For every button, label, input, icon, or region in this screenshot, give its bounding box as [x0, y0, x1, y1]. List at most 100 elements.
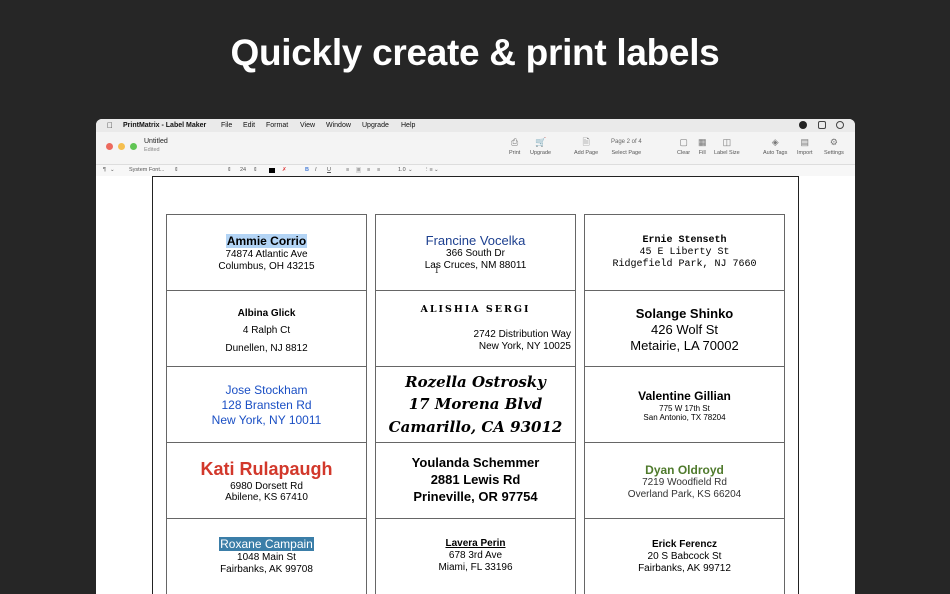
import-label: Import — [797, 150, 813, 156]
label-cell[interactable]: Solange Shinko 426 Wolf St Metairie, LA … — [585, 291, 784, 367]
menu-edit[interactable]: Edit — [243, 122, 255, 129]
label-cell[interactable]: Ammie Corrio 74874 Atlantic Ave Columbus… — [167, 215, 366, 291]
chevron-down-icon[interactable]: ⌄ — [110, 167, 115, 173]
print-label: Print — [509, 150, 521, 156]
minimize-window-button[interactable] — [118, 143, 125, 150]
paragraph-style-button[interactable]: ¶ — [103, 167, 106, 173]
label-street: 678 3rd Ave — [448, 550, 503, 561]
import-icon: ▤ — [800, 137, 810, 147]
align-right-icon[interactable]: ≡ — [367, 167, 370, 173]
label-name[interactable]: Roxane Campain — [219, 537, 314, 551]
label-street: 1048 Main St — [237, 552, 296, 563]
label-city: Abilene, KS 67410 — [225, 492, 308, 503]
settings-label: Settings — [824, 150, 844, 156]
close-window-button[interactable] — [106, 143, 113, 150]
add-page-label: Add Page — [574, 150, 599, 156]
settings-button[interactable]: ⚙ Settings — [824, 137, 844, 156]
menu-file[interactable]: File — [221, 122, 232, 129]
label-city: Fairbanks, AK 99708 — [220, 564, 313, 575]
menu-app-name[interactable]: PrintMatrix - Label Maker — [123, 122, 206, 129]
label-cell[interactable]: Francine Vocelka 366 South Dr Las Cruces… — [376, 215, 575, 291]
upgrade-label: Upgrade — [530, 150, 552, 156]
label-page: Ammie Corrio 74874 Atlantic Ave Columbus… — [152, 176, 799, 594]
align-left-icon[interactable]: ≡ — [346, 167, 349, 173]
label-size-icon: ◫ — [722, 137, 732, 147]
label-street: 4 Ralph Ct — [242, 325, 291, 336]
font-size-stepper[interactable]: ⇕ — [253, 167, 258, 173]
align-center-icon[interactable]: ≡ — [356, 167, 362, 173]
label-street: 74874 Atlantic Ave — [225, 249, 308, 260]
label-street: 20 S Babcock St — [647, 551, 722, 562]
label-cell[interactable]: Jose Stockham 128 Bransten Rd New York, … — [167, 367, 366, 443]
label-cell[interactable]: Youlanda Schemmer 2881 Lewis Rd Prinevil… — [376, 443, 575, 519]
label-city: Fairbanks, AK 99712 — [638, 563, 731, 574]
label-cell[interactable]: Dyan Oldroyd 7219 Woodfield Rd Overland … — [585, 443, 784, 519]
label-column-2: Francine Vocelka 366 South Dr Las Cruces… — [375, 214, 576, 594]
label-name: Dyan Oldroyd — [645, 463, 724, 477]
label-column-1: Ammie Corrio 74874 Atlantic Ave Columbus… — [166, 214, 367, 594]
align-justify-icon[interactable]: ≡ — [377, 167, 380, 173]
label-street: 2881 Lewis Rd — [430, 472, 521, 487]
font-size-field[interactable]: 24 — [240, 167, 246, 173]
label-cell[interactable]: Erick Ferencz 20 S Babcock St Fairbanks,… — [585, 519, 784, 594]
menu-view[interactable]: View — [300, 122, 315, 129]
label-column-3: Ernie Stenseth 45 E Liberty St Ridgefiel… — [584, 214, 785, 594]
title-bar: Untitled Edited ⎙ Print 🛒 Upgrade 🗎 Add … — [96, 132, 855, 165]
label-street: 17 Morena Blvd — [408, 395, 543, 413]
headline: Quickly create & print labels — [230, 32, 720, 73]
line-spacing-select[interactable]: 1.0 — [398, 167, 406, 173]
menu-window[interactable]: Window — [326, 122, 351, 129]
label-street: 366 South Dr — [446, 248, 505, 259]
label-city: Metairie, LA 70002 — [630, 338, 739, 353]
menu-upgrade[interactable]: Upgrade — [362, 122, 389, 129]
control-center-icon[interactable] — [818, 121, 826, 129]
record-icon[interactable] — [799, 121, 807, 129]
menu-help[interactable]: Help — [401, 122, 415, 129]
page-indicator[interactable]: Page 2 of 4 — [611, 137, 642, 147]
app-window:  PrintMatrix - Label Maker File Edit Fo… — [96, 119, 855, 594]
label-name[interactable]: Ammie Corrio — [225, 234, 308, 248]
label-cell[interactable]: Kati Rulapaugh 6980 Dorsett Rd Abilene, … — [167, 443, 366, 519]
label-name: Ernie Stenseth — [642, 235, 727, 246]
bold-button[interactable]: B — [305, 167, 309, 173]
auto-tags-button[interactable]: ◈ Auto Tags — [763, 137, 787, 156]
label-cell[interactable]: Valentine Gillian 775 W 17th St San Anto… — [585, 367, 784, 443]
label-name: Kati Rulapaugh — [200, 459, 333, 479]
text-color-swatch[interactable] — [269, 168, 275, 173]
fill-label: Fill — [698, 150, 706, 156]
label-cell[interactable]: Albina Glick 4 Ralph Ct Dunellen, NJ 881… — [167, 291, 366, 367]
import-button[interactable]: ▤ Import — [797, 137, 813, 156]
label-size-button[interactable]: ◫ Label Size — [714, 137, 740, 156]
italic-button[interactable]: I — [315, 167, 317, 173]
label-name: Francine Vocelka — [425, 233, 526, 248]
add-page-button[interactable]: 🗎 Add Page — [574, 137, 598, 156]
label-city: Overland Park, KS 66204 — [627, 489, 742, 500]
upgrade-button[interactable]: 🛒 Upgrade — [530, 137, 551, 156]
text-cursor-icon: I — [435, 266, 439, 276]
print-button[interactable]: ⎙ Print — [509, 137, 520, 156]
clear-button[interactable]: ▢ Clear — [677, 137, 690, 156]
fill-button[interactable]: ▦ Fill — [698, 137, 707, 156]
list-style-icon[interactable]: ⋮≡ — [424, 167, 433, 173]
label-name: Lavera Perin — [445, 538, 506, 549]
label-city: Las Cruces, NM 88011 — [424, 260, 527, 271]
label-city: Columbus, OH 43215 — [218, 261, 315, 272]
underline-button[interactable]: U — [327, 167, 331, 173]
menu-format[interactable]: Format — [266, 122, 288, 129]
label-name: Rozella Ostrosky — [405, 373, 546, 391]
label-cell[interactable]: Lavera Perin 678 3rd Ave Miami, FL 33196 — [376, 519, 575, 594]
label-city: San Antonio, TX 78204 — [643, 413, 726, 422]
highlight-color-icon[interactable]: ✗ — [282, 167, 287, 173]
label-cell[interactable]: Alishia Sergi 2742 Distribution Way New … — [376, 291, 575, 367]
zoom-window-button[interactable] — [130, 143, 137, 150]
apple-icon[interactable]:  — [107, 121, 113, 130]
label-cell[interactable]: Ernie Stenseth 45 E Liberty St Ridgefiel… — [585, 215, 784, 291]
label-street: 2742 Distribution Way — [473, 329, 571, 340]
user-icon[interactable] — [836, 121, 844, 129]
select-page-control[interactable]: Page 2 of 4 Select Page — [611, 137, 642, 156]
label-cell[interactable]: Rozella Ostrosky 17 Morena Blvd Camarill… — [376, 367, 575, 443]
document-status: Edited — [144, 147, 160, 153]
updown-icon: ⇕ — [227, 167, 232, 173]
menu-bar:  PrintMatrix - Label Maker File Edit Fo… — [96, 119, 855, 132]
label-cell[interactable]: Roxane Campain 1048 Main St Fairbanks, A… — [167, 519, 366, 594]
